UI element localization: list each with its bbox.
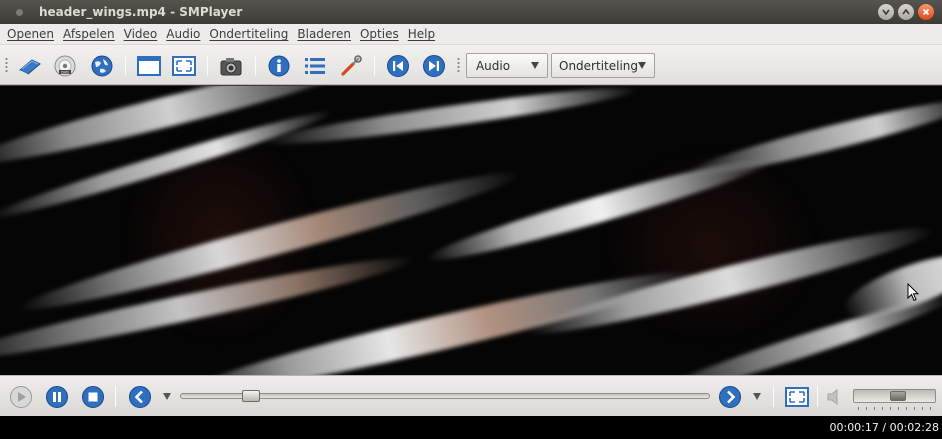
video-frame-streak [681,90,942,186]
menu-opties[interactable]: Opties [360,27,399,41]
menu-openen[interactable]: Openen [7,27,54,41]
minimize-icon[interactable] [878,4,894,20]
preferences-button[interactable] [338,53,364,79]
mouse-pointer-icon [907,283,919,302]
preferences-icon [341,55,362,76]
menu-audio[interactable]: Audio [166,27,200,41]
stop-button[interactable] [80,384,106,410]
screenshot-icon [220,58,242,76]
rewind-button[interactable] [127,384,153,410]
volume-ticks [858,407,934,410]
title-bar: header_wings.mp4 - SMPlayer [0,0,942,24]
rewind-menu-arrow[interactable] [163,393,171,400]
toolbar-grip[interactable] [457,57,460,73]
previous-icon [387,55,409,77]
open-file-button[interactable] [17,53,43,79]
status-bar: 00:00:17 / 00:02:28 [0,416,942,439]
menu-afspelen[interactable]: Afspelen [63,27,115,41]
window-title: header_wings.mp4 - SMPlayer [39,5,243,19]
open-url-icon [91,55,113,77]
fullscreen-button[interactable] [171,53,197,79]
audio-track-combo[interactable]: Audio [466,53,548,78]
menu-help[interactable]: Help [408,27,435,41]
toolbar-separator [207,55,208,76]
time-display: 00:00:17 / 00:02:28 [829,421,939,434]
audio-combo-value: Audio [475,58,511,73]
menu-ondertiteling[interactable]: Ondertiteling [209,27,288,41]
controlbar-separator [817,386,818,407]
play-icon [10,386,32,408]
subtitle-combo-value: Ondertiteling [559,58,639,73]
toolbar-separator [255,55,256,76]
toolbar-separator [374,55,375,76]
maximize-icon[interactable] [898,4,914,20]
info-button[interactable] [266,53,292,79]
forward-button[interactable] [717,384,743,410]
forward-icon [719,386,741,408]
controlbar-separator [773,386,774,407]
toolbar-separator [125,55,126,76]
fullscreen-icon [172,56,196,76]
open-url-button[interactable] [89,53,115,79]
play-button[interactable] [8,384,34,410]
chevron-down-icon [531,62,539,69]
forward-menu-arrow[interactable] [753,393,761,400]
speaker-icon [827,388,838,406]
open-dvd-icon: DVD [54,55,76,77]
close-icon[interactable] [918,4,934,20]
fullscreen-icon [785,387,809,407]
playlist-button[interactable] [302,53,328,79]
next-button[interactable] [421,53,447,79]
open-file-icon [19,59,41,75]
menu-bar: Openen Afspelen Video Audio Ondertitelin… [0,24,942,45]
stop-icon [82,386,104,408]
menu-bladeren[interactable]: Bladeren [297,27,351,41]
window-menu-icon[interactable] [16,8,23,16]
compact-mode-button[interactable] [136,53,162,79]
control-bar [0,375,942,416]
toolbar-grip[interactable] [5,57,8,73]
subtitle-track-combo[interactable]: Ondertiteling [551,53,655,78]
volume-handle[interactable] [890,391,906,401]
video-area[interactable] [0,86,942,375]
svg-text:DVD: DVD [61,71,69,75]
controlbar-separator [115,386,116,407]
info-icon [268,55,290,77]
previous-button[interactable] [385,53,411,79]
next-icon [423,55,445,77]
screenshot-button[interactable] [218,53,244,79]
seek-bar[interactable] [180,390,710,402]
pause-icon [46,386,68,408]
playlist-icon [305,58,325,74]
compact-mode-icon [137,56,161,76]
fullscreen-toggle-button[interactable] [784,384,810,410]
pause-button[interactable] [44,384,70,410]
main-toolbar: DVD Audio Ondertiteling [0,45,942,85]
seek-handle[interactable] [242,390,260,402]
mute-button[interactable] [822,384,848,410]
open-dvd-button[interactable]: DVD [52,53,78,79]
window-controls [878,4,934,20]
rewind-icon [129,386,151,408]
volume-slider[interactable] [853,389,936,403]
chevron-down-icon [638,62,647,69]
menu-video[interactable]: Video [124,27,158,41]
